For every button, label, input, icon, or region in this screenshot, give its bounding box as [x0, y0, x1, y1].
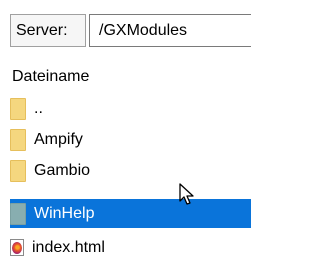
- server-toolbar: Server: /GXModules: [0, 0, 251, 61]
- html-file-icon: [10, 239, 24, 256]
- column-header-filename[interactable]: Dateiname: [12, 66, 89, 88]
- folder-icon: [10, 128, 26, 151]
- list-item[interactable]: Ampify: [10, 125, 251, 154]
- server-path-field[interactable]: /GXModules: [89, 14, 251, 47]
- folder-icon: [10, 97, 26, 120]
- server-label: Server:: [10, 14, 86, 47]
- list-item-label: Ampify: [34, 130, 83, 148]
- folder-icon: [10, 159, 26, 182]
- list-item[interactable]: Gambio: [10, 156, 251, 185]
- list-item-label: Gambio: [34, 161, 91, 179]
- list-item-label: ..: [34, 99, 43, 117]
- file-list: Dateiname .. Ampify Gambio WinHelp index…: [0, 61, 251, 263]
- list-item-label: index.html: [32, 238, 105, 256]
- list-item[interactable]: ..: [10, 94, 251, 123]
- list-item-selected[interactable]: WinHelp: [10, 199, 251, 228]
- list-item[interactable]: index.html: [10, 233, 251, 262]
- folder-icon: [10, 202, 26, 225]
- list-item-label: WinHelp: [34, 204, 95, 222]
